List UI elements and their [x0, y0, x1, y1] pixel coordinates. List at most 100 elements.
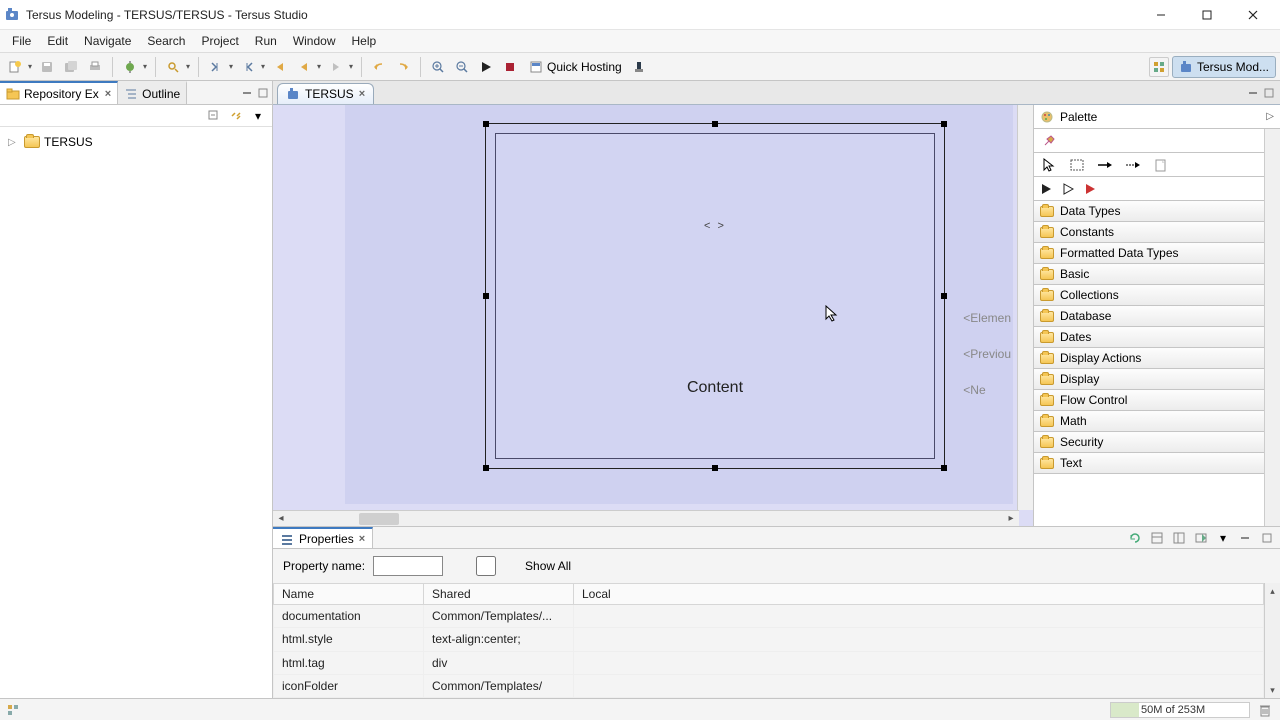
undo-button[interactable]: [368, 56, 390, 78]
model-content-selected[interactable]: < > Content: [485, 123, 945, 469]
scroll-down-icon[interactable]: ▾: [1265, 682, 1280, 698]
nav-last-edit[interactable]: [269, 56, 291, 78]
property-name-input[interactable]: [373, 556, 443, 576]
palette-cat-formatted-data-types[interactable]: Formatted Data Types: [1034, 242, 1264, 264]
search-button[interactable]: [162, 56, 184, 78]
search-dropdown[interactable]: ▾: [184, 56, 192, 78]
perspective-tersus-modeling[interactable]: Tersus Mod...: [1172, 56, 1276, 78]
heap-status[interactable]: 50M of 253M: [1110, 702, 1250, 718]
select-tool-icon[interactable]: [1040, 156, 1058, 174]
resize-handle[interactable]: [941, 465, 947, 471]
palette-cat-data-types[interactable]: Data Types: [1034, 201, 1264, 222]
palette-cat-flow-control[interactable]: Flow Control: [1034, 389, 1264, 411]
palette-cat-math[interactable]: Math: [1034, 410, 1264, 432]
tab-repository-explorer[interactable]: Repository Ex ×: [0, 81, 118, 104]
new-button[interactable]: [4, 56, 26, 78]
scroll-up-icon[interactable]: ▴: [1265, 583, 1280, 599]
table-row[interactable]: iconFolderCommon/Templates/: [274, 674, 1264, 697]
close-icon[interactable]: ×: [105, 88, 111, 100]
nav-forward[interactable]: [325, 56, 347, 78]
palette-cat-dates[interactable]: Dates: [1034, 326, 1264, 348]
props-toolbar-icon-2[interactable]: [1170, 529, 1188, 547]
zoom-in-button[interactable]: [427, 56, 449, 78]
resize-handle[interactable]: [712, 465, 718, 471]
palette-cat-display[interactable]: Display: [1034, 368, 1264, 390]
nav-back[interactable]: [293, 56, 315, 78]
resize-handle[interactable]: [712, 121, 718, 127]
expand-icon[interactable]: ▷: [8, 137, 20, 148]
nav-back-dropdown[interactable]: ▾: [315, 56, 323, 78]
close-icon[interactable]: ×: [359, 88, 365, 100]
menu-run[interactable]: Run: [247, 32, 285, 50]
gc-trash-icon[interactable]: [1256, 701, 1274, 719]
minimize-editor-icon[interactable]: [1246, 86, 1260, 100]
new-element-icon[interactable]: [1152, 156, 1170, 174]
menu-window[interactable]: Window: [285, 32, 344, 50]
show-all-checkbox[interactable]: Show All: [451, 556, 571, 576]
repository-tree[interactable]: ▷ TERSUS: [0, 127, 272, 698]
editor-v-scrollbar[interactable]: [1017, 105, 1033, 510]
save-all-button[interactable]: [60, 56, 82, 78]
col-name[interactable]: Name: [274, 584, 424, 605]
palette-cat-database[interactable]: Database: [1034, 305, 1264, 327]
nav-forward-dropdown[interactable]: ▾: [347, 56, 355, 78]
menu-navigate[interactable]: Navigate: [76, 32, 139, 50]
minimize-view-icon[interactable]: [1236, 529, 1254, 547]
properties-table[interactable]: Name Shared Local documentationCommon/Te…: [273, 583, 1264, 698]
canvas[interactable]: < > Content <Elemen <Previou <Ne: [273, 105, 1033, 526]
play-trigger-icon[interactable]: [1040, 183, 1052, 195]
menu-search[interactable]: Search: [139, 32, 193, 50]
collapse-all-icon[interactable]: [206, 108, 222, 124]
maximize-editor-icon[interactable]: [1262, 86, 1276, 100]
stop-button[interactable]: [499, 56, 521, 78]
maximize-view-icon[interactable]: [1258, 529, 1276, 547]
nav-prev-dropdown[interactable]: ▾: [259, 56, 267, 78]
pin-icon[interactable]: [1040, 132, 1058, 150]
palette-cat-collections[interactable]: Collections: [1034, 284, 1264, 306]
nav-prev-annotation[interactable]: [237, 56, 259, 78]
debug-dropdown[interactable]: ▾: [141, 56, 149, 78]
properties-v-scrollbar[interactable]: ▴ ▾: [1264, 583, 1280, 698]
debug-button[interactable]: [119, 56, 141, 78]
col-shared[interactable]: Shared: [424, 584, 574, 605]
close-button[interactable]: [1230, 0, 1276, 30]
refresh-icon[interactable]: [1126, 529, 1144, 547]
run-button[interactable]: [475, 56, 497, 78]
zoom-out-button[interactable]: [451, 56, 473, 78]
play-error-icon[interactable]: [1084, 183, 1096, 195]
palette-cat-text[interactable]: Text: [1034, 452, 1264, 474]
show-all-input[interactable]: [451, 556, 521, 576]
resize-handle[interactable]: [941, 293, 947, 299]
view-menu-icon[interactable]: ▾: [1214, 529, 1232, 547]
tree-node-tersus[interactable]: ▷ TERSUS: [8, 133, 264, 151]
props-toolbar-icon-1[interactable]: [1148, 529, 1166, 547]
table-row[interactable]: html.styletext-align:center;: [274, 628, 1264, 651]
flow-tool-icon[interactable]: [1096, 156, 1114, 174]
view-menu-icon[interactable]: ▾: [250, 108, 266, 124]
palette-cat-display-actions[interactable]: Display Actions: [1034, 347, 1264, 369]
chevron-right-icon[interactable]: ▷: [1266, 111, 1274, 122]
marquee-tool-icon[interactable]: [1068, 156, 1086, 174]
scroll-thumb[interactable]: [359, 513, 399, 525]
resize-handle[interactable]: [483, 121, 489, 127]
table-row[interactable]: documentationCommon/Templates/...: [274, 605, 1264, 628]
palette-v-scrollbar[interactable]: [1264, 129, 1280, 526]
print-button[interactable]: [84, 56, 106, 78]
menu-file[interactable]: File: [4, 32, 39, 50]
new-dropdown[interactable]: ▾: [26, 56, 34, 78]
redo-button[interactable]: [392, 56, 414, 78]
scroll-left-icon[interactable]: ◂: [273, 511, 289, 527]
maximize-button[interactable]: [1184, 0, 1230, 30]
palette-cat-basic[interactable]: Basic: [1034, 263, 1264, 285]
play-outline-icon[interactable]: [1062, 183, 1074, 195]
resize-handle[interactable]: [941, 121, 947, 127]
palette-header[interactable]: Palette ▷: [1034, 105, 1280, 129]
close-icon[interactable]: ×: [359, 533, 365, 545]
scroll-track[interactable]: [289, 511, 1003, 527]
save-button[interactable]: [36, 56, 58, 78]
editor-tab-tersus[interactable]: TERSUS ×: [277, 83, 374, 104]
deploy-button[interactable]: [628, 56, 650, 78]
minimize-button[interactable]: [1138, 0, 1184, 30]
nav-next-annotation[interactable]: [205, 56, 227, 78]
table-row[interactable]: html.tagdiv: [274, 651, 1264, 674]
